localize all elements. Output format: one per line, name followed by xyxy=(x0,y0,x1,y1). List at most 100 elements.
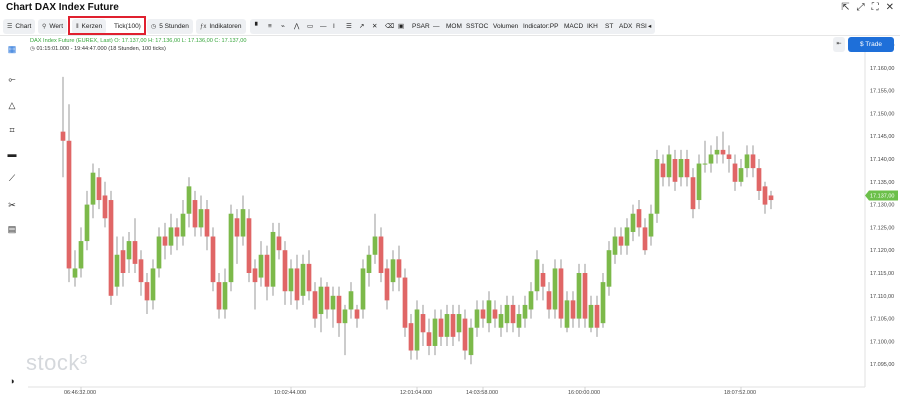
expand-icon[interactable]: ⤢ xyxy=(857,2,865,13)
candle-body xyxy=(132,241,138,264)
window-title: Chart DAX Index Future xyxy=(6,2,119,13)
contrast-icon[interactable]: ◑ xyxy=(4,374,20,388)
indicator-sstoc[interactable]: SSTOC xyxy=(466,19,488,34)
indicator-psar[interactable]: PSAR xyxy=(412,19,430,34)
zigzag-icon[interactable]: ⋀ xyxy=(294,19,299,34)
candle-body xyxy=(336,295,342,324)
close-icon[interactable]: ✕ xyxy=(886,2,894,13)
candle-body xyxy=(144,282,150,301)
triangle-tool-icon[interactable]: △ xyxy=(4,98,20,112)
line-tool-icon[interactable]: ⟜ xyxy=(4,72,20,86)
indicator-volume[interactable]: Volumen xyxy=(493,19,518,34)
x-tick-label: 10:02:44.000 xyxy=(274,390,306,396)
candle-body xyxy=(726,154,732,159)
share-icon[interactable]: ⇱ xyxy=(841,2,849,13)
y-tick-label: 17.100,00 xyxy=(870,339,894,345)
indicator-mom[interactable]: MOM xyxy=(446,19,462,34)
candle-body xyxy=(456,314,462,333)
chart-type-icon[interactable]: ▦ xyxy=(4,42,20,56)
candle-body xyxy=(402,277,408,328)
indicator-ikh[interactable]: IKH xyxy=(587,19,598,34)
candle-body xyxy=(618,236,624,246)
candle-body xyxy=(264,254,270,287)
price-chart[interactable]: 17.165,0017.160,0017.155,0017.150,0017.1… xyxy=(0,0,900,397)
indicator-st[interactable]: ST xyxy=(605,19,613,34)
indicator-pp[interactable]: Indicator:PP xyxy=(523,19,558,34)
arrow-icon[interactable]: ↗ xyxy=(359,19,364,34)
candle-body xyxy=(666,154,672,178)
candle-body xyxy=(66,140,72,269)
candle-body xyxy=(204,209,210,237)
collapse-icon[interactable]: ⇤ xyxy=(833,37,845,52)
trade-button[interactable]: $ Trade xyxy=(848,37,894,52)
calculator-icon[interactable]: ▤ xyxy=(4,222,20,236)
candle-body xyxy=(84,204,90,242)
candle-body xyxy=(714,149,720,155)
rectangle-icon[interactable]: ▭ xyxy=(307,19,313,34)
window-controls: ⇱ ⤢ ⛶ ✕ xyxy=(841,2,894,13)
horizontal-line-icon[interactable]: — xyxy=(320,19,327,34)
candle-body xyxy=(684,159,690,178)
candle-body xyxy=(150,268,156,301)
candle-body xyxy=(312,291,318,319)
bookmark-icon[interactable]: ▘ xyxy=(255,19,260,34)
candle-body xyxy=(396,259,402,278)
measure-tool-icon[interactable]: ✂ xyxy=(4,198,20,212)
candle-body xyxy=(420,314,426,333)
candle-body xyxy=(702,163,708,165)
candle-body xyxy=(534,259,540,292)
candle-body xyxy=(552,268,558,310)
scroll-left-icon[interactable]: ◂ xyxy=(648,19,651,34)
period-button-label: 5 Stunden xyxy=(159,23,189,30)
candle-body xyxy=(510,304,516,324)
candle-body xyxy=(540,273,546,287)
indicator-rsi[interactable]: RSI xyxy=(636,19,647,34)
candle-body xyxy=(636,209,642,228)
candle-body xyxy=(294,268,300,301)
candle-body xyxy=(588,304,594,328)
pattern-tool-icon[interactable]: ⌗ xyxy=(4,123,20,137)
node-icon[interactable]: ⌁ xyxy=(281,19,285,34)
list-icon[interactable]: ≡ xyxy=(268,19,272,34)
candle-body xyxy=(462,318,468,351)
indicator-adx[interactable]: ADX xyxy=(619,19,632,34)
legend-instrument: DAX Index Future (EUREX, Last) xyxy=(30,38,113,44)
screenshot-icon[interactable]: ▣ xyxy=(398,19,404,34)
candle-body xyxy=(60,131,66,141)
candle-body xyxy=(174,227,180,237)
candle-body xyxy=(138,259,144,283)
cross-icon[interactable]: ✕ xyxy=(372,19,377,34)
fib-tool-icon[interactable]: ▬ xyxy=(4,147,20,161)
candle-body xyxy=(186,186,192,214)
candle-body xyxy=(198,209,204,228)
candle-body xyxy=(360,268,366,310)
candle-body xyxy=(654,159,660,214)
indicator-macd[interactable]: MACD xyxy=(564,19,583,34)
candle-body xyxy=(282,250,288,292)
candle-body xyxy=(330,295,336,310)
candle-body xyxy=(108,200,114,296)
trend-tool-icon[interactable]: ⟋ xyxy=(4,171,20,185)
candle-body xyxy=(606,250,612,287)
indicators-button[interactable]: ƒx Indikatoren xyxy=(196,19,246,34)
text-icon[interactable]: Ι xyxy=(333,19,335,34)
eraser-icon[interactable]: ⌫ xyxy=(385,19,394,34)
chart-button[interactable]: ☰ Chart xyxy=(3,19,36,34)
candle-body xyxy=(342,309,348,324)
watermark-logo: stock³ xyxy=(26,350,88,375)
y-tick-label: 17.160,00 xyxy=(870,66,894,72)
candle-body xyxy=(438,318,444,337)
fullscreen-icon[interactable]: ⛶ xyxy=(872,2,879,13)
channel-icon[interactable]: ☰ xyxy=(346,19,352,34)
candle-body xyxy=(600,282,606,324)
candle-body xyxy=(168,227,174,246)
candle-body xyxy=(126,241,132,260)
period-button[interactable]: ◷ 5 Stunden xyxy=(147,19,193,34)
candle-body xyxy=(432,318,438,346)
value-button[interactable]: ⚲ Wert xyxy=(38,19,68,34)
candle-body xyxy=(354,309,360,319)
candle-body xyxy=(162,236,168,246)
candle-body xyxy=(564,300,570,328)
x-tick-label: 14:03:58.000 xyxy=(466,390,498,396)
candle-body xyxy=(570,300,576,319)
